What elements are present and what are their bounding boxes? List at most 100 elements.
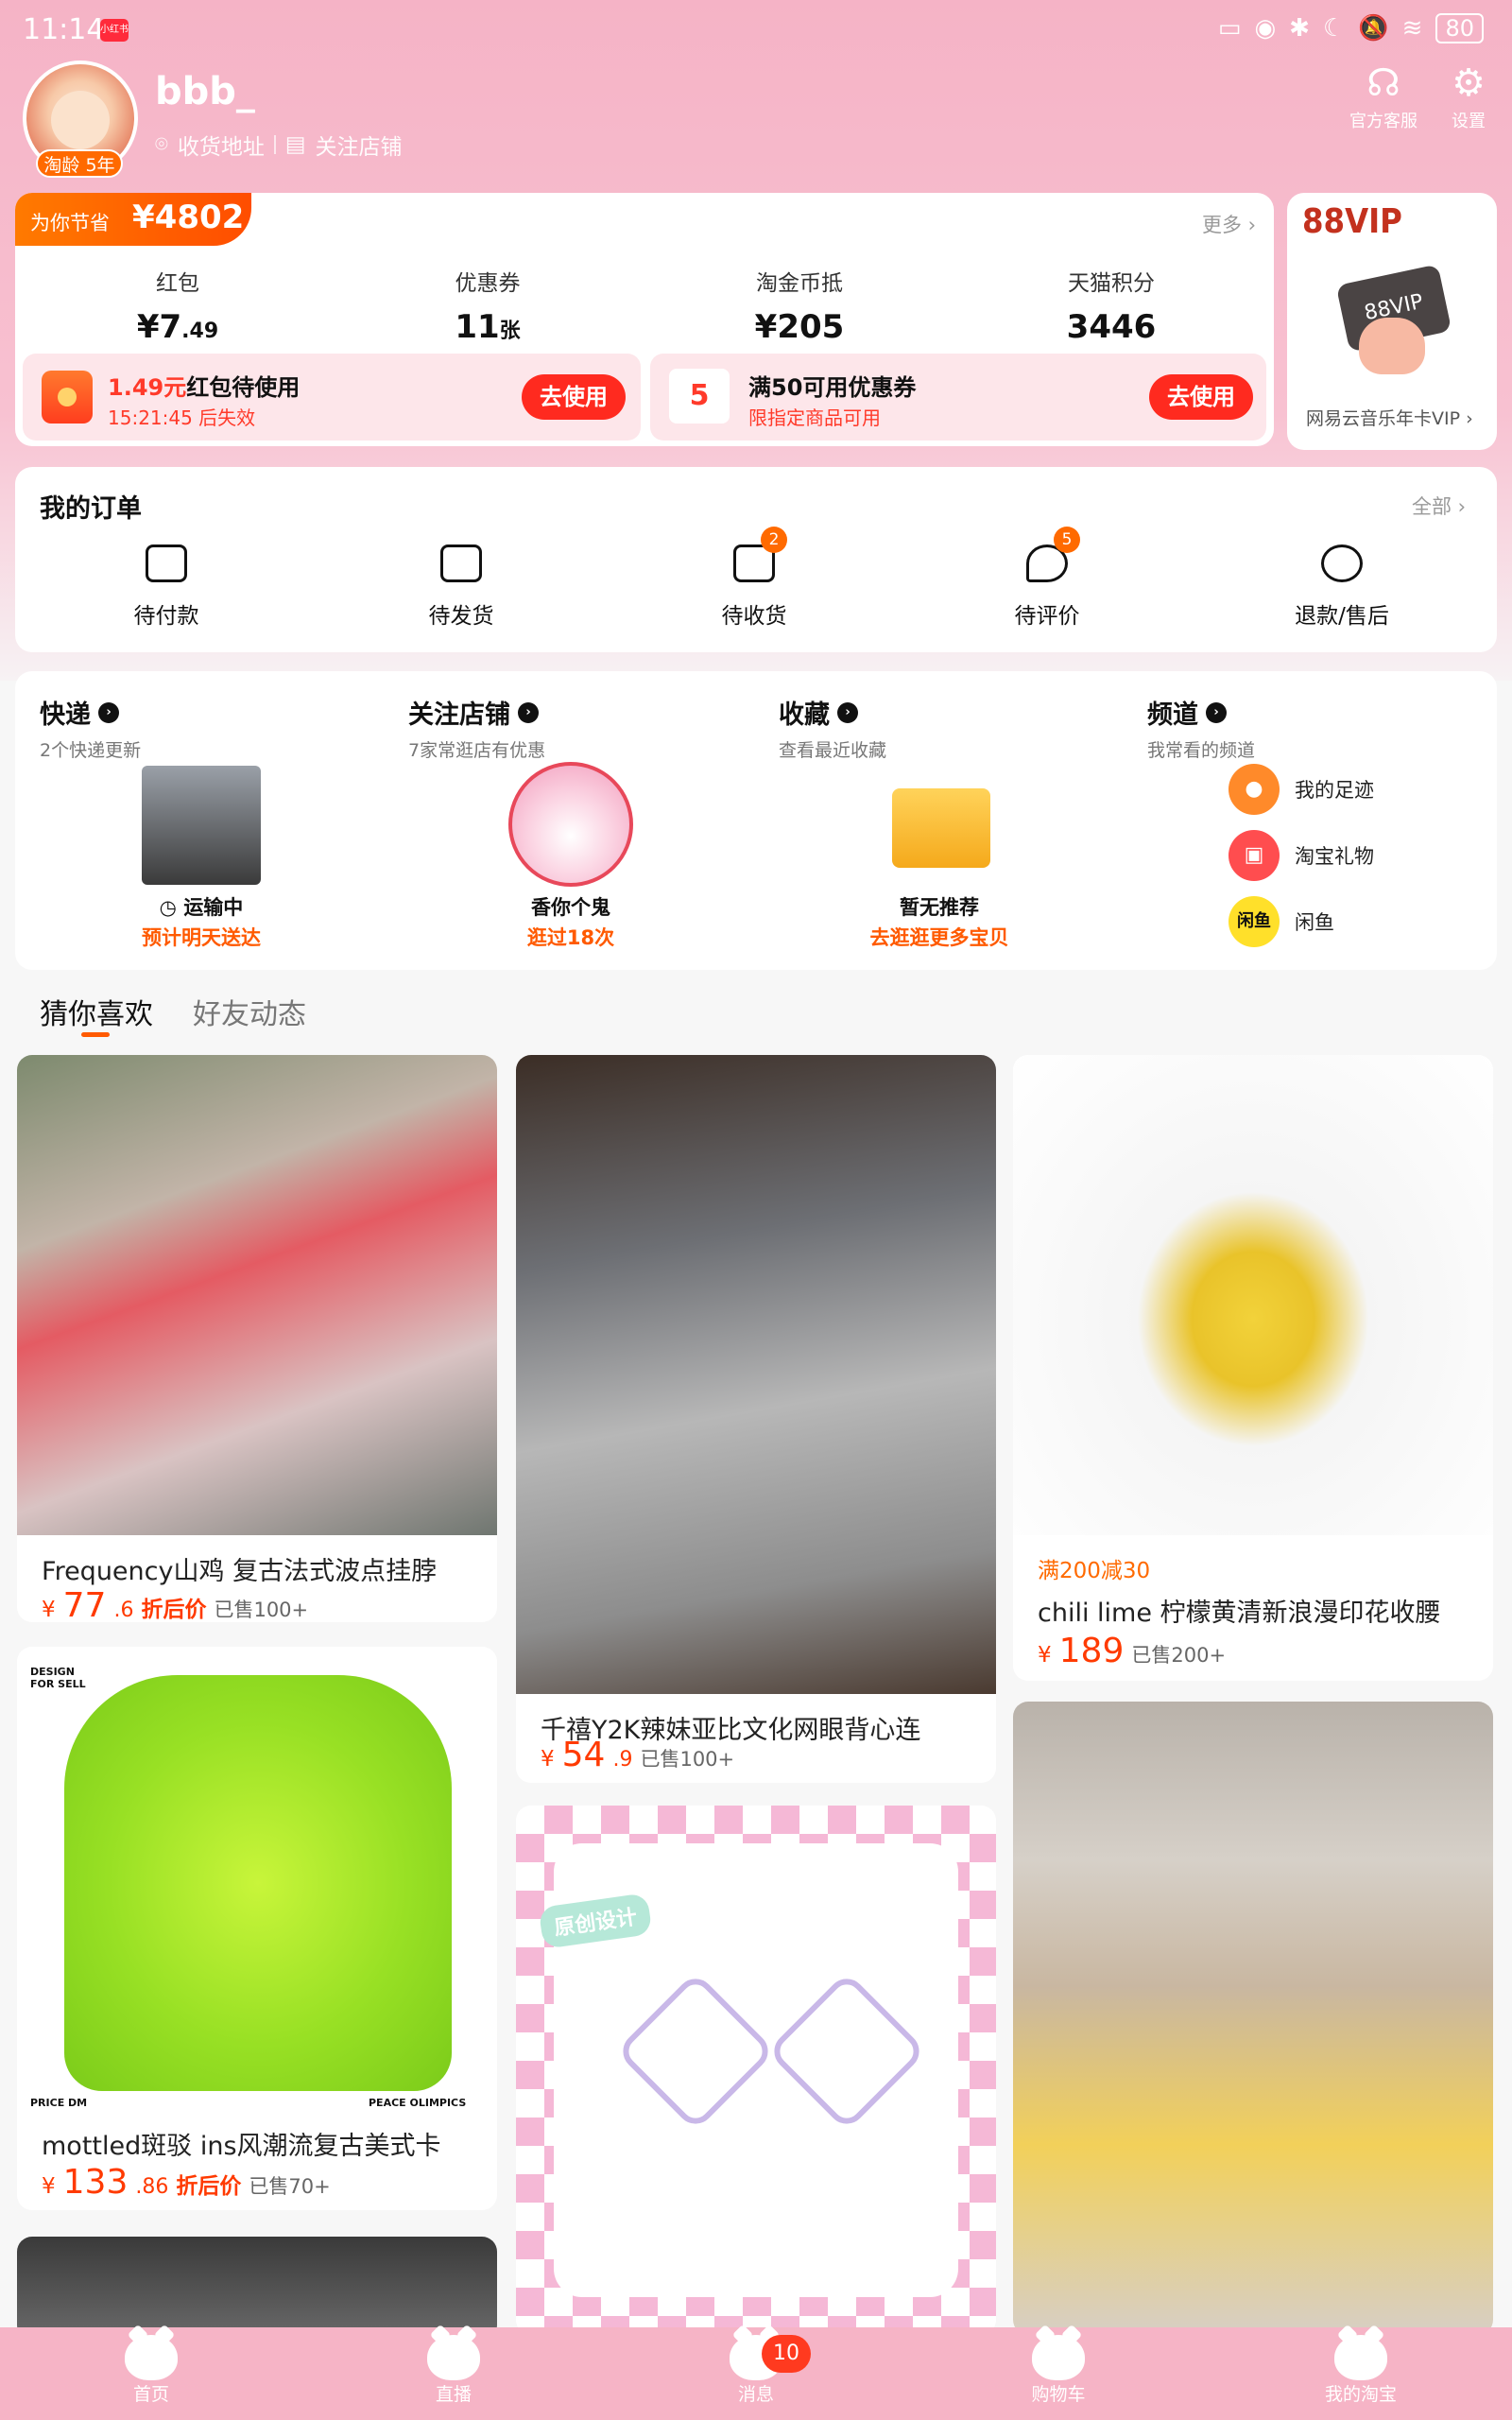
tab-indicator bbox=[81, 1032, 110, 1037]
profile-links: ⌾ 收货地址 ▤ 关注店铺 bbox=[155, 129, 403, 161]
battery-icon: 80 bbox=[1435, 13, 1484, 43]
clock-icon: ◷ bbox=[159, 896, 184, 919]
vip-title: 88VIP bbox=[1302, 202, 1402, 241]
channels-section[interactable]: 频道 › 我常看的频道 bbox=[1147, 694, 1506, 762]
follow-shop-link[interactable]: 关注店铺 bbox=[316, 129, 403, 161]
stat-label: 淘金币抵 bbox=[756, 271, 843, 296]
age-badge: 淘龄 5年 bbox=[36, 149, 123, 178]
xianyu-icon: 闲鱼 bbox=[1228, 896, 1280, 947]
channel-label: 闲鱼 bbox=[1295, 911, 1334, 934]
status-time: 11:14 bbox=[23, 13, 105, 46]
order-pending-review[interactable]: 5 待评价 bbox=[962, 527, 1132, 630]
product-card[interactable]: Frequency山鸡 复古法式波点挂脖 ¥77.6 折后价 已售100+ bbox=[17, 1055, 497, 1622]
section-title: 关注店铺 › bbox=[408, 694, 767, 731]
product-card[interactable]: 满200减30 chili lime 柠檬黄清新浪漫印花收腰 ¥189 已售20… bbox=[1013, 1055, 1493, 1681]
footprint-icon: ● bbox=[1228, 764, 1280, 815]
product-price: ¥54.9 已售100+ bbox=[541, 1736, 735, 1774]
order-label: 待评价 bbox=[1014, 604, 1080, 629]
order-pending-receipt[interactable]: 2 待收货 bbox=[669, 527, 839, 630]
product-image bbox=[17, 1055, 497, 1535]
nav-cart[interactable]: 购物车 bbox=[983, 2335, 1134, 2406]
orders-title: 我的订单 bbox=[40, 494, 142, 524]
section-title: 频道 › bbox=[1147, 694, 1506, 731]
channel-xianyu[interactable]: 闲鱼 闲鱼 bbox=[1228, 896, 1334, 947]
bluetooth-icon: ✱ bbox=[1289, 14, 1310, 43]
promo-subtitle: 15:21:45 后失效 bbox=[108, 406, 256, 429]
app-notification-icon: 小红书 bbox=[100, 19, 129, 42]
tab-friend-activity[interactable]: 好友动态 bbox=[193, 991, 306, 1032]
settings-button[interactable]: ⚙ 设置 bbox=[1452, 59, 1486, 132]
eye-icon: ◉ bbox=[1254, 14, 1277, 43]
nav-live[interactable]: 直播 bbox=[378, 2335, 529, 2406]
use-coupon-button[interactable]: 去使用 bbox=[1149, 374, 1253, 420]
nav-home[interactable]: 首页 bbox=[76, 2335, 227, 2406]
shop-avatar[interactable] bbox=[508, 762, 633, 887]
gear-icon: ⚙ bbox=[1452, 61, 1486, 105]
channel-label: 淘宝礼物 bbox=[1295, 845, 1374, 868]
product-card[interactable]: 原创设计 bbox=[516, 1806, 996, 2335]
shop-icon: ▤ bbox=[284, 132, 306, 157]
gift-icon: ▣ bbox=[1228, 830, 1280, 881]
delivery-product-image[interactable] bbox=[142, 766, 261, 885]
delivery-section[interactable]: 快递 › 2个快递更新 bbox=[40, 694, 399, 762]
arrow-icon: › bbox=[1206, 701, 1227, 723]
channel-gift[interactable]: ▣ 淘宝礼物 bbox=[1228, 830, 1374, 881]
tab-guess-you-like[interactable]: 猜你喜欢 bbox=[40, 991, 153, 1032]
savings-tag[interactable]: 为你节省 ¥4802 bbox=[15, 193, 251, 246]
order-pending-shipment[interactable]: 待发货 bbox=[376, 544, 546, 630]
nav-label: 消息 bbox=[737, 2384, 774, 2405]
wallet-icon bbox=[146, 544, 187, 582]
my-taobao-icon bbox=[1334, 2335, 1387, 2380]
cart-icon bbox=[1032, 2335, 1085, 2380]
vip-subtitle[interactable]: 网易云音乐年卡VIP › bbox=[1306, 405, 1473, 430]
username[interactable]: bbb_ bbox=[155, 70, 255, 113]
redpacket-promo[interactable]: 1.49元红包待使用 15:21:45 后失效 去使用 bbox=[23, 354, 641, 441]
order-pending-payment[interactable]: 待付款 bbox=[81, 544, 251, 630]
savings-more-link[interactable]: 更多 › bbox=[1202, 210, 1256, 238]
product-image: 原创设计 bbox=[516, 1806, 996, 2335]
stat-label: 天猫积分 bbox=[1068, 271, 1155, 296]
favorites-section[interactable]: 收藏 › 查看最近收藏 bbox=[779, 694, 1138, 762]
use-redpacket-button[interactable]: 去使用 bbox=[522, 374, 626, 420]
product-price: ¥189 已售200+ bbox=[1038, 1632, 1227, 1670]
shop-visits: 逛过18次 bbox=[526, 926, 615, 949]
nav-my-taobao[interactable]: 我的淘宝 bbox=[1285, 2335, 1436, 2406]
follow-section[interactable]: 关注店铺 › 7家常逛店有优惠 bbox=[408, 694, 767, 762]
product-price: ¥133.86 折后价 已售70+ bbox=[42, 2163, 331, 2202]
service-button[interactable]: ☊ 官方客服 bbox=[1349, 59, 1418, 132]
order-label: 待付款 bbox=[133, 604, 199, 629]
section-subtitle: 查看最近收藏 bbox=[779, 740, 887, 761]
stat-value: ¥205 bbox=[754, 308, 845, 346]
product-title: chili lime 柠檬黄清新浪漫印花收腰 bbox=[1038, 1599, 1441, 1628]
product-card[interactable]: DESIGN FOR SELL PRICE DM PEACE OLIMPICS … bbox=[17, 1647, 497, 2210]
product-card[interactable]: 千禧Y2K辣妹亚比文化网眼背心连 ¥54.9 已售100+ bbox=[516, 1055, 996, 1783]
stat-coupons[interactable]: 优惠券 11张 bbox=[393, 265, 582, 346]
address-link[interactable]: 收货地址 bbox=[178, 129, 265, 161]
product-card[interactable] bbox=[17, 2237, 497, 2341]
order-label: 待发货 bbox=[428, 604, 494, 629]
section-title: 快递 › bbox=[40, 694, 399, 731]
favorites-empty: 暂无推荐 bbox=[900, 896, 979, 919]
product-card[interactable] bbox=[1013, 1702, 1493, 2335]
nav-label: 我的淘宝 bbox=[1324, 2384, 1397, 2405]
coupon-promo[interactable]: 5 满50可用优惠券 限指定商品可用 去使用 bbox=[650, 354, 1266, 441]
favorites-cta[interactable]: 去逛逛更多宝贝 bbox=[845, 923, 1034, 951]
section-subtitle: 2个快递更新 bbox=[40, 740, 142, 761]
order-refund[interactable]: 退款/售后 bbox=[1257, 544, 1427, 630]
channel-footprint[interactable]: ● 我的足迹 bbox=[1228, 764, 1374, 815]
promo-subtitle: 限指定商品可用 bbox=[748, 406, 881, 429]
stat-redpacket[interactable]: 红包 ¥7.49 bbox=[83, 265, 272, 346]
status-icons: ▭ ◉ ✱ ☾ 🔕 ≋ 80 bbox=[1218, 13, 1484, 43]
product-title: mottled斑驳 ins风潮流复古美式卡 bbox=[42, 2132, 441, 2161]
orders-all-link[interactable]: 全部 › bbox=[1412, 492, 1466, 520]
arrow-icon: › bbox=[98, 701, 119, 723]
section-title: 收藏 › bbox=[779, 694, 1138, 731]
nav-label: 直播 bbox=[435, 2384, 472, 2405]
product-image bbox=[17, 2237, 497, 2341]
stat-label: 红包 bbox=[156, 271, 199, 296]
delivery-eta: 预计明天送达 bbox=[142, 926, 261, 949]
stat-label: 优惠券 bbox=[455, 271, 521, 296]
headset-icon: ☊ bbox=[1366, 61, 1400, 105]
stat-gold-coins[interactable]: 淘金币抵 ¥205 bbox=[705, 265, 894, 346]
stat-tmall-points[interactable]: 天猫积分 3446 bbox=[1017, 265, 1206, 346]
